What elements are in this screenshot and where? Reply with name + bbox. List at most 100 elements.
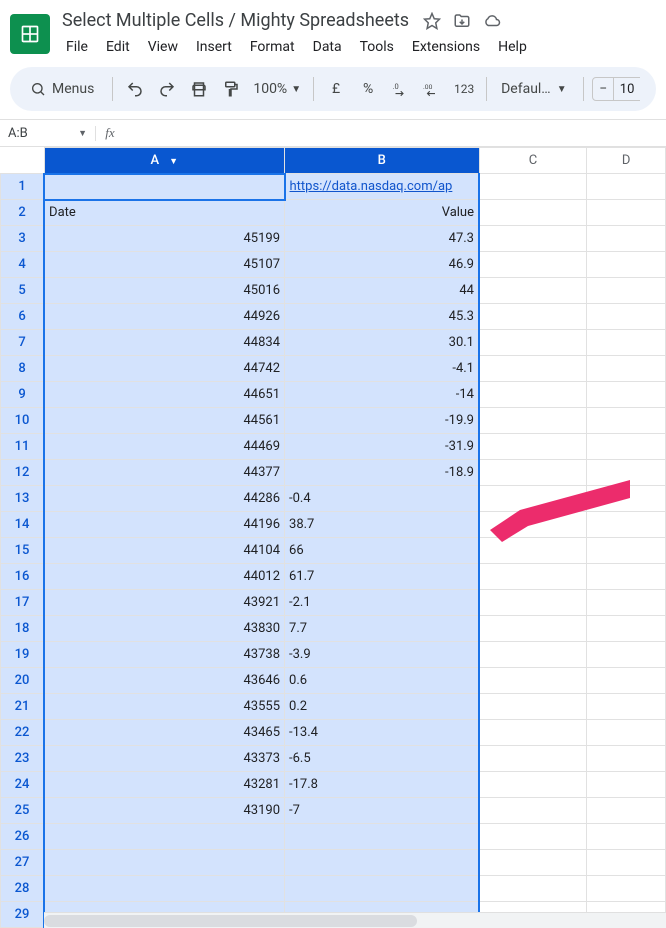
menus-chip[interactable]: Menus (20, 77, 104, 101)
cell[interactable] (587, 252, 666, 278)
cell[interactable]: 44286 (44, 486, 284, 512)
column-header-a[interactable]: A▼ (44, 148, 284, 174)
cell[interactable] (479, 850, 587, 876)
cell[interactable] (479, 460, 587, 486)
horizontal-scrollbar[interactable] (44, 912, 666, 928)
spreadsheet-grid[interactable]: A▼ B C D 1https://data.nasdaq.com/ap2Dat… (0, 147, 666, 928)
cell[interactable]: 0.2 (285, 694, 479, 720)
cell[interactable] (587, 382, 666, 408)
cell[interactable] (587, 486, 666, 512)
cell[interactable] (44, 824, 284, 850)
menu-tools[interactable]: Tools (352, 35, 402, 59)
cell[interactable] (479, 564, 587, 590)
cell[interactable] (479, 356, 587, 382)
cell[interactable] (479, 694, 587, 720)
cell[interactable] (479, 616, 587, 642)
cell[interactable] (587, 694, 666, 720)
cell[interactable] (587, 512, 666, 538)
cell[interactable]: 44469 (44, 434, 284, 460)
cell[interactable]: 44834 (44, 330, 284, 356)
row-header[interactable]: 25 (1, 798, 45, 824)
cell[interactable] (479, 226, 587, 252)
cell[interactable]: 46.9 (285, 252, 479, 278)
sheets-logo[interactable] (10, 14, 50, 54)
cell[interactable] (479, 382, 587, 408)
row-header[interactable]: 15 (1, 538, 45, 564)
menu-view[interactable]: View (140, 35, 186, 59)
cell[interactable]: Value (285, 200, 479, 226)
cell[interactable]: Date (44, 200, 284, 226)
increase-decimal-button[interactable]: .00 (418, 75, 446, 103)
row-header[interactable]: 10 (1, 408, 45, 434)
row-header[interactable]: 24 (1, 772, 45, 798)
cell[interactable]: -2.1 (285, 590, 479, 616)
formula-bar[interactable] (124, 120, 666, 146)
row-header[interactable]: 3 (1, 226, 45, 252)
row-header[interactable]: 29 (1, 902, 45, 928)
row-header[interactable]: 14 (1, 512, 45, 538)
cell[interactable] (479, 798, 587, 824)
cell[interactable]: 43281 (44, 772, 284, 798)
cell[interactable] (44, 850, 284, 876)
cell[interactable] (587, 408, 666, 434)
cell[interactable] (587, 616, 666, 642)
cell[interactable]: -14 (285, 382, 479, 408)
cell[interactable] (479, 252, 587, 278)
cell[interactable]: 0.6 (285, 668, 479, 694)
cell[interactable]: 45016 (44, 278, 284, 304)
cell[interactable]: 44 (285, 278, 479, 304)
cell[interactable] (587, 824, 666, 850)
row-header[interactable]: 18 (1, 616, 45, 642)
cell[interactable]: 43738 (44, 642, 284, 668)
cell[interactable]: 43921 (44, 590, 284, 616)
cell[interactable] (587, 460, 666, 486)
undo-button[interactable] (121, 75, 149, 103)
menu-file[interactable]: File (58, 35, 96, 59)
row-header[interactable]: 4 (1, 252, 45, 278)
row-header[interactable]: 9 (1, 382, 45, 408)
column-header-b[interactable]: B (285, 148, 479, 174)
cell[interactable] (587, 304, 666, 330)
cell[interactable]: 43555 (44, 694, 284, 720)
cell[interactable] (285, 824, 479, 850)
cell[interactable]: -3.9 (285, 642, 479, 668)
select-all-corner[interactable] (1, 148, 45, 174)
cell[interactable]: -18.9 (285, 460, 479, 486)
cell[interactable]: 44196 (44, 512, 284, 538)
cell[interactable] (479, 720, 587, 746)
row-header[interactable]: 11 (1, 434, 45, 460)
decrease-decimal-button[interactable]: .0 (386, 75, 414, 103)
move-icon[interactable] (453, 12, 471, 30)
cell[interactable] (479, 772, 587, 798)
cell[interactable] (44, 174, 284, 200)
cell[interactable]: -13.4 (285, 720, 479, 746)
fontsize-decrease-button[interactable]: − (592, 77, 614, 101)
column-header-c[interactable]: C (479, 148, 587, 174)
cell[interactable] (479, 538, 587, 564)
cell[interactable] (587, 200, 666, 226)
cell[interactable]: 61.7 (285, 564, 479, 590)
row-header[interactable]: 19 (1, 642, 45, 668)
cell[interactable] (479, 642, 587, 668)
currency-button[interactable]: £ (322, 75, 350, 103)
cell[interactable] (587, 642, 666, 668)
cell[interactable]: 7.7 (285, 616, 479, 642)
cell[interactable] (587, 746, 666, 772)
cell[interactable] (479, 590, 587, 616)
row-header[interactable]: 8 (1, 356, 45, 382)
cell[interactable]: 43373 (44, 746, 284, 772)
cell[interactable] (285, 850, 479, 876)
star-icon[interactable] (423, 12, 441, 30)
column-header-d[interactable]: D (587, 148, 666, 174)
row-header[interactable]: 2 (1, 200, 45, 226)
cell[interactable]: 45107 (44, 252, 284, 278)
row-header[interactable]: 16 (1, 564, 45, 590)
menu-help[interactable]: Help (490, 35, 535, 59)
paint-format-button[interactable] (217, 75, 245, 103)
cell[interactable]: 44926 (44, 304, 284, 330)
cell[interactable]: 43646 (44, 668, 284, 694)
percent-button[interactable]: % (354, 75, 382, 103)
chevron-down-icon[interactable]: ▼ (169, 157, 178, 167)
row-header[interactable]: 6 (1, 304, 45, 330)
cell[interactable] (479, 278, 587, 304)
